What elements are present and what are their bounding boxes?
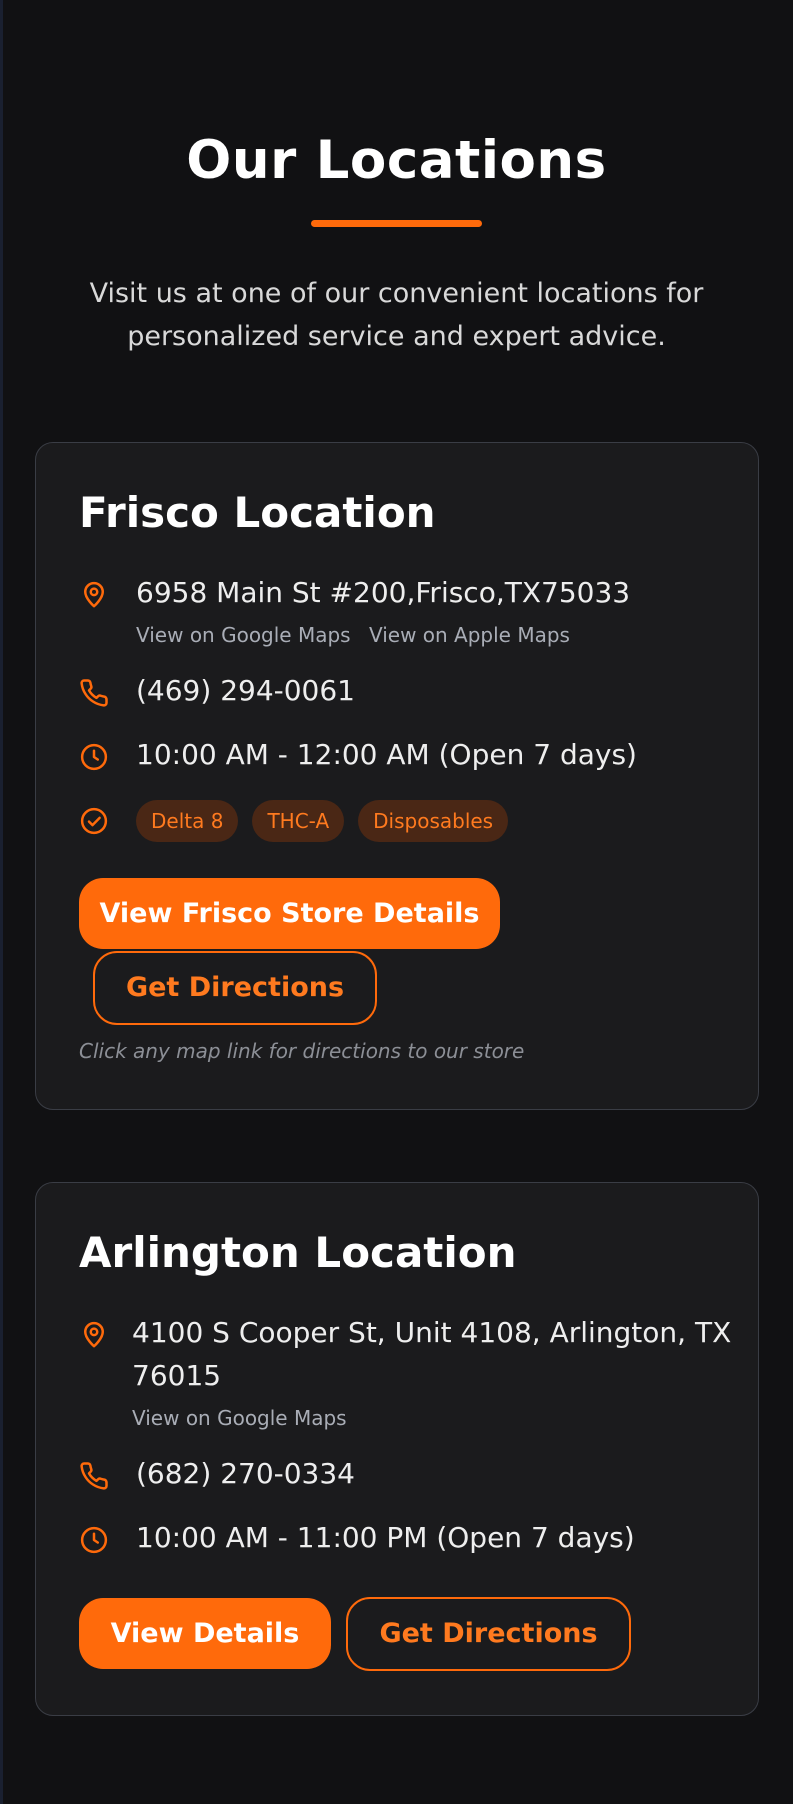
hours-text: 10:00 AM - 12:00 AM (Open 7 days) [136,738,637,771]
product-tags: Delta 8 THC-A Disposables [136,800,509,842]
tag-delta-8: Delta 8 [136,800,239,842]
map-pin-icon [79,580,109,610]
section-title: Our Locations [186,130,607,191]
map-pin-icon [79,1320,109,1350]
phone-icon [79,1461,109,1491]
frisco-location-card: Frisco Location 6958 Main St #200,Frisco… [35,442,759,1110]
view-frisco-details-button[interactable]: View Frisco Store Details [79,878,500,949]
view-details-button[interactable]: View Details [79,1598,331,1669]
get-directions-button[interactable]: Get Directions [93,951,377,1025]
clock-icon [79,1525,109,1555]
phone-link[interactable]: (682) 270-0334 [136,1457,355,1490]
hours-text: 10:00 AM - 11:00 PM (Open 7 days) [136,1521,635,1554]
phone-icon [79,678,109,708]
apple-maps-link[interactable]: View on Apple Maps [369,623,570,647]
card-title: Arlington Location [79,1228,517,1277]
google-maps-link[interactable]: View on Google Maps [132,1406,347,1430]
phone-link[interactable]: (469) 294-0061 [136,674,355,707]
address-text: 6958 Main St #200,Frisco,TX75033 [136,576,631,609]
arlington-location-card: Arlington Location 4100 S Cooper St, Uni… [35,1182,759,1716]
tag-thc-a: THC-A [252,800,345,842]
google-maps-link[interactable]: View on Google Maps [136,623,351,647]
clock-icon [79,742,109,772]
card-title: Frisco Location [79,488,436,537]
get-directions-button[interactable]: Get Directions [346,1597,631,1671]
map-links: View on Google Maps View on Apple Maps [136,623,582,647]
address-line-2: 76015 [132,1359,222,1392]
check-circle-icon [79,806,109,836]
page-left-edge [0,0,3,1804]
address-line-1: 4100 S Cooper St, Unit 4108, Arlington, … [132,1316,732,1349]
tag-disposables: Disposables [358,800,509,842]
section-intro: Visit us at one of our convenient locati… [89,278,704,352]
map-link-note: Click any map link for directions to our… [79,1039,525,1063]
map-links: View on Google Maps [132,1406,359,1430]
title-underline [311,220,482,227]
